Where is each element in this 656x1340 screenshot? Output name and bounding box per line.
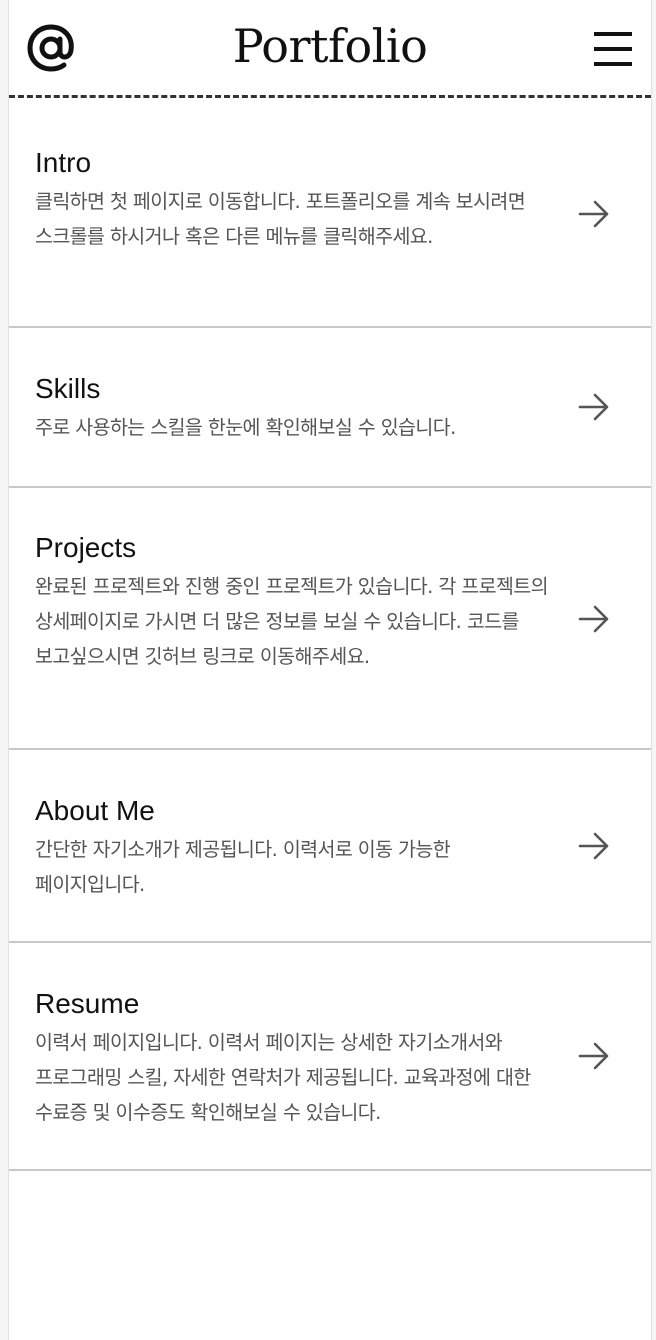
arrow-right-icon[interactable] (577, 197, 611, 231)
menu-item-title: Intro (35, 147, 92, 178)
menu-item-text: About Me 간단한 자기소개가 제공됩니다. 이력서로 이동 가능한 페이… (35, 794, 559, 902)
arrow-right-icon[interactable] (577, 1039, 611, 1073)
menu-item-title: About Me (35, 795, 155, 826)
menu-item-projects[interactable]: Projects 완료된 프로젝트와 진행 중인 프로젝트가 있습니다. 각 프… (9, 488, 651, 750)
menu-item-text: Projects 완료된 프로젝트와 진행 중인 프로젝트가 있습니다. 각 프… (35, 531, 559, 674)
menu-item-about-me[interactable]: About Me 간단한 자기소개가 제공됩니다. 이력서로 이동 가능한 페이… (9, 750, 651, 943)
page: Portfolio Intro 클릭하면 첫 페이지로 이동합니다. 포트폴리오… (8, 0, 652, 1340)
site-title: Portfolio (232, 19, 428, 73)
menu-item-title: Projects (35, 532, 137, 563)
menu-item-text: Resume 이력서 페이지입니다. 이력서 페이지는 상세한 자기소개서와 프… (35, 987, 559, 1130)
arrow-right-icon[interactable] (577, 390, 611, 424)
menu-item-text: Skills 주로 사용하는 스킬을 한눈에 확인해보실 수 있습니다. (35, 372, 559, 445)
menu-item-description: 이력서 페이지입니다. 이력서 페이지는 상세한 자기소개서와 프로그래밍 스킬… (35, 1031, 531, 1124)
arrow-right-icon[interactable] (577, 602, 611, 636)
menu-item-title: Skills (35, 373, 101, 404)
hamburger-menu-icon[interactable] (593, 30, 633, 68)
menu-item-text: Intro 클릭하면 첫 페이지로 이동합니다. 포트폴리오를 계속 보시려면 … (35, 146, 559, 254)
arrow-right-icon[interactable] (577, 829, 611, 863)
menu-item-title: Resume (35, 988, 140, 1019)
menu-item-description: 주로 사용하는 스킬을 한눈에 확인해보실 수 있습니다. (35, 416, 456, 439)
menu-item-description: 간단한 자기소개가 제공됩니다. 이력서로 이동 가능한 페이지입니다. (35, 838, 451, 896)
menu-item-description: 클릭하면 첫 페이지로 이동합니다. 포트폴리오를 계속 보시려면 스크롤를 하… (35, 190, 526, 248)
site-header: Portfolio (9, 0, 651, 98)
main-menu: Intro 클릭하면 첫 페이지로 이동합니다. 포트폴리오를 계속 보시려면 … (9, 98, 651, 1171)
menu-item-resume[interactable]: Resume 이력서 페이지입니다. 이력서 페이지는 상세한 자기소개서와 프… (9, 943, 651, 1171)
menu-item-skills[interactable]: Skills 주로 사용하는 스킬을 한눈에 확인해보실 수 있습니다. (9, 328, 651, 488)
menu-item-intro[interactable]: Intro 클릭하면 첫 페이지로 이동합니다. 포트폴리오를 계속 보시려면 … (9, 98, 651, 328)
at-sign-icon[interactable] (26, 22, 76, 74)
menu-item-description: 완료된 프로젝트와 진행 중인 프로젝트가 있습니다. 각 프로젝트의 상세페이… (35, 575, 549, 668)
